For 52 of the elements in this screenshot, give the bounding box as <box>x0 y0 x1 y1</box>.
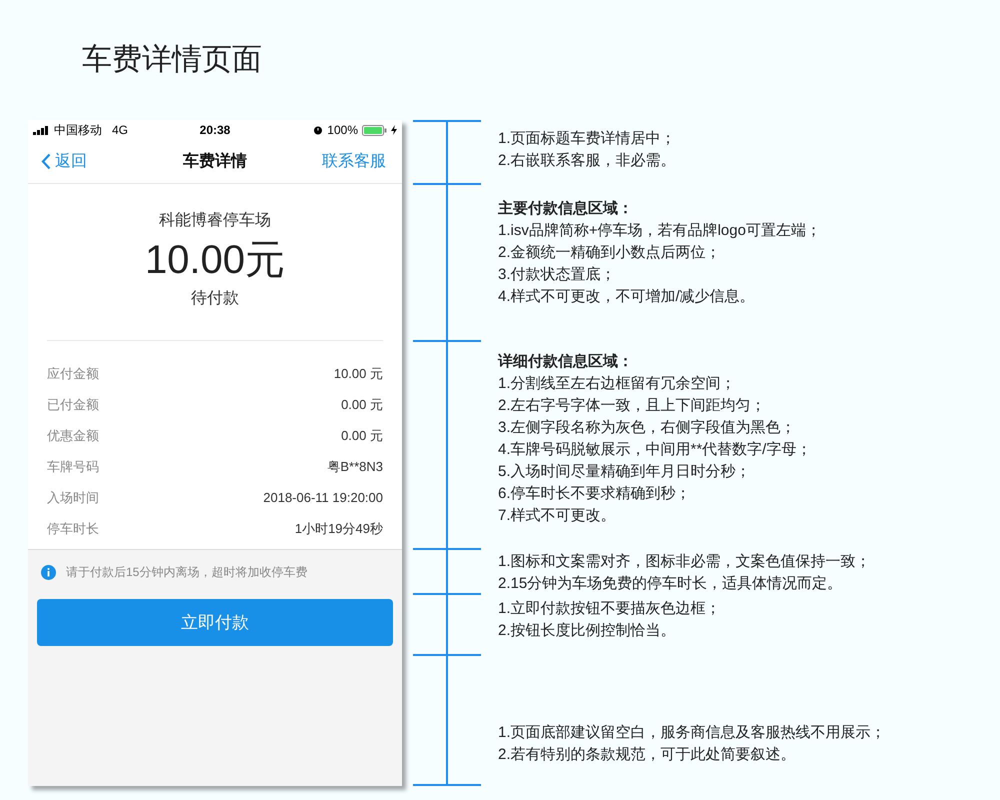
field-value: 2018-06-11 19:20:00 <box>263 488 383 507</box>
annotation-line: 1.页面底部建议留空白，服务商信息及客服热线不用展示； <box>498 723 886 743</box>
annotation-heading: 详细付款信息区域： <box>498 352 634 372</box>
annotation-line: 1.页面标题车费详情居中； <box>498 129 677 149</box>
annotation-heading: 主要付款信息区域： <box>498 198 634 219</box>
info-icon <box>41 564 56 580</box>
chevron-left-icon <box>41 153 51 170</box>
field-value: 1小时19分49秒 <box>294 520 383 538</box>
annotation-line: 2.左右字号字体一致，且上下间距均匀； <box>498 396 767 416</box>
payment-status: 待付款 <box>191 289 239 309</box>
field-value: 0.00 元 <box>341 426 383 445</box>
annotation-line: 1.分割线至左右边框留有冗余空间； <box>498 374 737 394</box>
annotation-line: 1.isv品牌简称+停车场，若有品牌logo可置左端； <box>498 221 822 241</box>
page-title: 车费详情页面 <box>82 42 263 78</box>
battery-icon <box>362 124 387 136</box>
field-value: 10.00 元 <box>334 364 383 383</box>
nav-title: 车费详情 <box>182 151 248 172</box>
carrier-name: 中国移动 <box>54 122 102 139</box>
field-value: 0.00 元 <box>341 396 383 414</box>
annotation-line: 5.入场时间尽量精确到年月日时分秒； <box>498 462 752 482</box>
annotation-line: 1.图标和文案需对齐，图标非必需，文案色值保持一致； <box>498 552 872 572</box>
pay-now-button[interactable]: 立即付款 <box>37 599 393 646</box>
alarm-icon <box>313 125 324 135</box>
annotation-line: 4.车牌号码脱敏展示，中间用**代替数字/字母； <box>498 440 812 460</box>
annotation-line: 2.右嵌联系客服，非必需。 <box>498 151 677 171</box>
annotation-line: 7.样式不可更改。 <box>498 506 617 526</box>
field-label: 入场时间 <box>47 488 99 507</box>
annotation-line: 2.15分钟为车场免费的停车时长，适具体情况而定。 <box>498 574 844 594</box>
back-button[interactable]: 返回 <box>41 150 151 174</box>
contact-service-link[interactable]: 联系客服 <box>279 150 389 174</box>
network-type: 4G <box>112 122 128 139</box>
charging-icon <box>391 125 397 135</box>
field-label: 车牌号码 <box>47 458 99 476</box>
field-label: 已付金额 <box>47 396 99 414</box>
signal-icon <box>33 126 49 134</box>
annotation-line: 2.金额统一精确到小数点后两位； <box>498 243 722 263</box>
field-value: 粤B**8N3 <box>327 458 383 476</box>
annotation-line: 4.样式不可更改，不可增加/减少信息。 <box>498 287 756 307</box>
annotation-line: 6.停车时长不要求精确到秒； <box>498 484 692 504</box>
battery-percent: 100% <box>327 122 358 139</box>
annotation-line: 2.若有特别的条款规范，可于此处简要叙述。 <box>498 745 797 765</box>
tip-text: 请于付款后15分钟内离场，超时将加收停车费 <box>66 564 308 581</box>
annotation-line: 3.付款状态置底； <box>498 265 617 285</box>
annotation-line: 2.按钮长度比例控制恰当。 <box>498 621 677 641</box>
annotation-line: 3.左侧字段名称为灰色，右侧字段值为黑色； <box>498 418 797 438</box>
field-label: 停车时长 <box>47 520 99 538</box>
status-time: 20:38 <box>198 122 232 139</box>
field-label: 应付金额 <box>47 364 99 383</box>
amount: 10.00元 <box>144 237 286 284</box>
annotation-line: 1.立即付款按钮不要描灰色边框； <box>498 599 722 619</box>
parking-lot-name: 科能博睿停车场 <box>159 210 271 231</box>
field-label: 优惠金额 <box>47 426 99 445</box>
